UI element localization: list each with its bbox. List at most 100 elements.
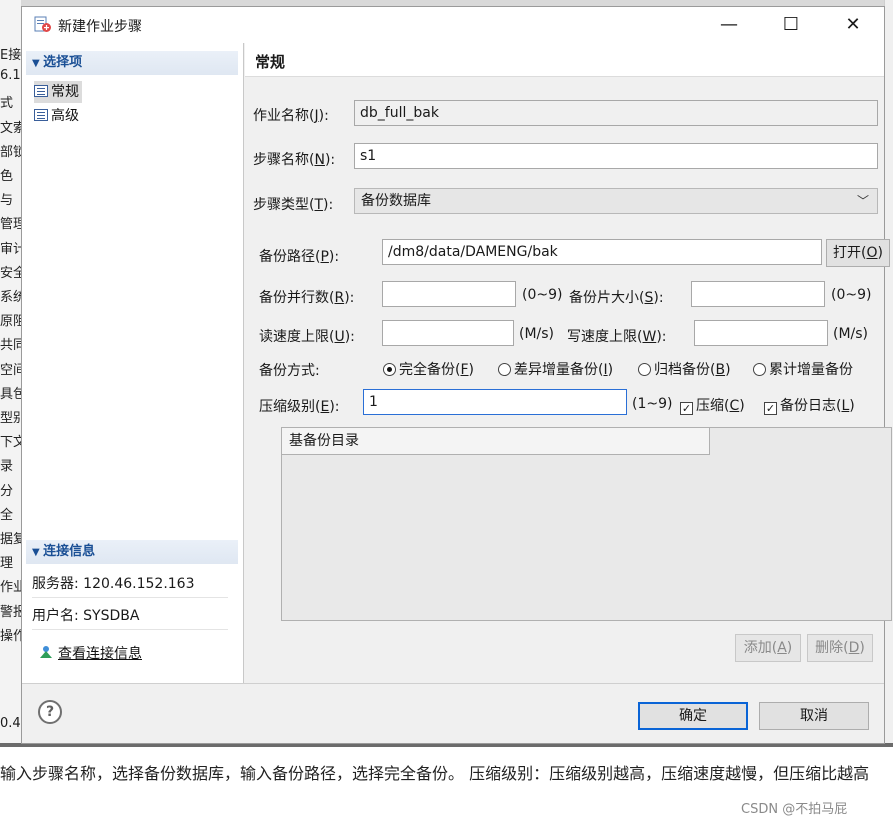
step-name-label: 步骤名称(N):	[253, 152, 336, 168]
base-backup-directory-list[interactable]: 基备份目录	[281, 427, 892, 621]
read-speed-limit-input[interactable]	[382, 320, 514, 346]
background-tree-label: 理	[0, 556, 14, 572]
radio-full-backup[interactable]: 完全备份(F)	[383, 359, 474, 379]
radio-button-checked	[383, 363, 396, 376]
background-tree-label: 共同	[0, 338, 21, 354]
backup-path-input[interactable]: /dm8/data/DAMENG/bak	[382, 239, 822, 265]
background-tree-label: 空间	[0, 362, 21, 378]
read-speed-limit-label: 读速度上限(U):	[259, 329, 355, 345]
options-section-header[interactable]: ▼ 选择项	[26, 51, 238, 75]
background-tree-label: 全	[0, 507, 14, 523]
parallel-count-input[interactable]	[382, 281, 516, 307]
article-caption: 输入步骤名称，选择备份数据库，输入备份路径，选择完全备份。 压缩级别：压缩级别越…	[0, 764, 870, 783]
base-backup-directory-column-header[interactable]: 基备份目录	[282, 428, 710, 455]
new-step-icon	[34, 16, 51, 32]
csdn-watermark: CSDN @不拍马屁	[741, 802, 848, 817]
compress-checkbox[interactable]: ✓ 压缩(C)	[680, 395, 745, 415]
job-name-field[interactable]: db_full_bak	[354, 100, 878, 126]
backup-mode-label: 备份方式:	[259, 363, 320, 379]
write-speed-limit-input[interactable]	[694, 320, 828, 346]
job-name-label: 作业名称(J):	[253, 108, 329, 124]
radio-button	[498, 363, 511, 376]
background-tree-label: 部锁	[0, 144, 21, 160]
nav-item-general[interactable]: 常规	[34, 81, 82, 103]
piece-size-input[interactable]	[691, 281, 825, 307]
server-info: 服务器: 120.46.152.163	[32, 570, 228, 598]
step-type-select[interactable]: 备份数据库 ﹀	[354, 188, 878, 214]
read-speed-unit: (M/s)	[519, 326, 555, 342]
background-right-edge	[884, 0, 893, 745]
radio-cumulative-incremental[interactable]: 累计增量备份	[753, 359, 883, 379]
chevron-down-icon: ﹀	[856, 194, 869, 208]
screenshot-stage: E接6.1式文索部锁色与管理审计安全系统原阻共同空间具包型别下文录分全据复理作业…	[0, 0, 893, 827]
general-settings-panel: 常规 作业名称(J): db_full_bak 步骤名称(N): s1 步骤类型…	[245, 43, 892, 683]
page-icon	[34, 109, 48, 121]
write-speed-unit: (M/s)	[833, 326, 869, 342]
background-tree-label: 审计	[0, 241, 21, 257]
compress-level-range: (1~9)	[632, 396, 673, 412]
nav-item-label: 常规	[51, 84, 79, 100]
piece-size-range: (0~9)	[831, 287, 872, 303]
close-button[interactable]: ✕	[830, 7, 876, 43]
background-tree-label: 警报	[0, 604, 21, 620]
background-tree-label: 原阻	[0, 314, 21, 330]
connection-section-title: 连接信息	[43, 544, 96, 559]
add-button[interactable]: 添加(A)	[735, 634, 801, 662]
help-icon[interactable]: ?	[38, 700, 62, 724]
background-tree-label: 下文	[0, 435, 21, 451]
dialog-title-bar[interactable]: 新建作业步骤 — ☐ ✕	[22, 7, 884, 43]
ok-button[interactable]: 确定	[638, 702, 748, 730]
view-connection-info-link[interactable]: 查看连接信息	[38, 643, 142, 663]
cancel-button[interactable]: 取消	[759, 702, 869, 730]
background-tree-label: 录	[0, 459, 14, 475]
compress-level-label: 压缩级别(E):	[259, 399, 340, 415]
background-tree-label: 安全	[0, 265, 21, 281]
panel-title: 常规	[255, 53, 286, 71]
background-tree-label: 色	[0, 169, 14, 184]
background-tree-fragment: E接 6.1 式文索部锁色与管理审计安全系统原阻共同空间具包型别下文录分全据复理作业…	[0, 0, 22, 745]
background-tree-label: 管理	[0, 217, 21, 233]
connection-icon	[40, 646, 52, 658]
parallel-count-label: 备份并行数(R):	[259, 290, 355, 306]
radio-differential-incremental[interactable]: 差异增量备份(I)	[498, 359, 613, 379]
piece-size-label: 备份片大小(S):	[569, 290, 664, 306]
background-tree-label: 作业	[0, 580, 21, 596]
write-speed-limit-label: 写速度上限(W):	[567, 329, 667, 345]
background-status-fragment: 0.4	[0, 716, 21, 731]
delete-button[interactable]: 删除(D)	[807, 634, 873, 662]
background-tree-label: 文索	[0, 120, 21, 136]
maximize-button[interactable]: ☐	[768, 7, 814, 43]
backup-path-label: 备份路径(P):	[259, 249, 340, 265]
options-section-title: 选择项	[43, 55, 83, 70]
dialog-footer: ? 确定 取消	[22, 683, 884, 743]
step-type-label: 步骤类型(T):	[253, 197, 334, 213]
step-name-input[interactable]: s1	[354, 143, 878, 169]
background-tree-label: 系统	[0, 290, 21, 305]
minimize-button[interactable]: —	[706, 7, 752, 43]
background-tree-label: 据复	[0, 532, 21, 547]
open-path-button[interactable]: 打开(O)	[826, 239, 890, 267]
user-info: 用户名: SYSDBA	[32, 602, 228, 630]
background-tree-label: 型别	[0, 411, 21, 426]
check-icon: ✓	[680, 402, 693, 415]
options-navigation-pane: ▼ 选择项 常规 高级 ▼ 连接信息 服务器: 120.46.152.163 用…	[22, 43, 244, 683]
background-tree-label: 具包	[0, 386, 21, 402]
parallel-count-range: (0~9)	[522, 287, 563, 303]
background-tree-label: 6.1	[0, 68, 21, 84]
step-type-value: 备份数据库	[361, 193, 431, 209]
background-tree-label: 式	[0, 96, 14, 112]
radio-button	[638, 363, 651, 376]
radio-archive-backup[interactable]: 归档备份(B)	[638, 359, 731, 379]
nav-item-label: 高级	[51, 108, 79, 124]
page-icon	[34, 85, 48, 97]
backup-log-checkbox[interactable]: ✓ 备份日志(L)	[764, 395, 855, 415]
view-connection-info-text: 查看连接信息	[58, 646, 142, 662]
connection-section-header[interactable]: ▼ 连接信息	[26, 540, 238, 564]
background-tree-label: 分	[0, 483, 14, 499]
panel-header: 常规	[245, 43, 884, 77]
background-tree-label: 与	[0, 193, 14, 209]
compress-level-input[interactable]: 1	[363, 389, 627, 415]
nav-item-advanced[interactable]: 高级	[34, 105, 79, 127]
collapse-triangle-icon: ▼	[32, 547, 44, 558]
collapse-triangle-icon: ▼	[32, 58, 44, 69]
